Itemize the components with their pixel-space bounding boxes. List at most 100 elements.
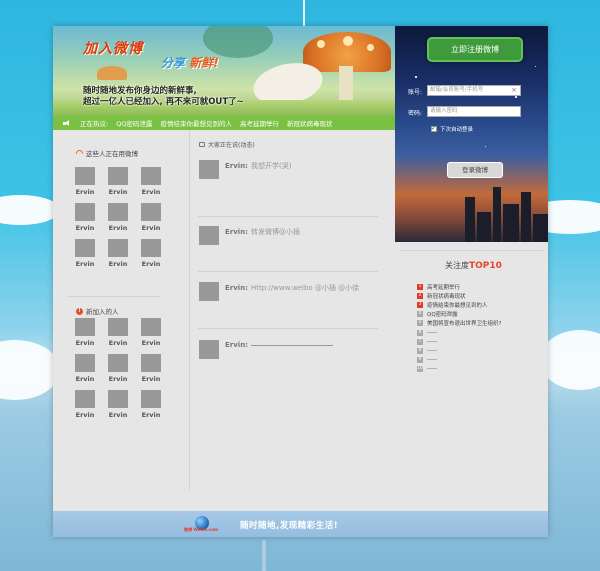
top10-item-text[interactable]: ----- (427, 339, 437, 345)
avatar[interactable] (199, 340, 219, 359)
top10-item[interactable]: 9 ----- (417, 356, 501, 365)
avatar[interactable] (75, 167, 95, 185)
register-button[interactable]: 立即注册微博 (427, 37, 523, 62)
top10-item[interactable]: 8 ----- (417, 346, 501, 355)
user-card[interactable]: Ervin (75, 390, 95, 419)
user-name[interactable]: Ervin (109, 224, 128, 232)
user-name[interactable]: Ervin (142, 375, 161, 383)
avatar[interactable] (141, 390, 161, 408)
user-card[interactable]: Ervin (75, 167, 95, 196)
remember-me[interactable]: 下次自动登录 (431, 124, 473, 133)
account-input[interactable]: 邮箱/会员账号/手机号 × (427, 85, 521, 96)
avatar[interactable] (199, 282, 219, 301)
user-name[interactable]: Ervin (76, 411, 95, 419)
hot-topic-link[interactable]: 疫情结束你最想见到的人 (160, 118, 232, 128)
user-name[interactable]: Ervin (109, 375, 128, 383)
user-name[interactable]: Ervin (142, 260, 161, 268)
top10-item[interactable]: 3 疫情结束你最想见到的人 (417, 300, 501, 309)
avatar[interactable] (108, 239, 128, 257)
user-name[interactable]: Ervin (142, 188, 161, 196)
top10-item[interactable]: 10 ----- (417, 365, 501, 374)
user-card[interactable]: Ervin (141, 390, 161, 419)
user-card[interactable]: Ervin (108, 354, 128, 383)
avatar[interactable] (141, 203, 161, 221)
feed-item[interactable]: Ervin: (199, 340, 333, 359)
user-name[interactable]: Ervin (76, 224, 95, 232)
top10-item[interactable]: 4 QQ密码泄露 (417, 310, 501, 319)
new-users-header: ! 新加入的人 (76, 306, 119, 316)
user-card[interactable]: Ervin (141, 354, 161, 383)
user-card[interactable]: Ervin (141, 167, 161, 196)
feed-author[interactable]: Ervin: (225, 284, 248, 292)
user-name[interactable]: Ervin (109, 411, 128, 419)
user-card[interactable]: Ervin (108, 318, 128, 347)
top10-item-text[interactable]: 疫情结束你最想见到的人 (427, 301, 488, 309)
user-card[interactable]: Ervin (108, 203, 128, 232)
avatar[interactable] (199, 160, 219, 179)
user-name[interactable]: Ervin (142, 411, 161, 419)
avatar[interactable] (75, 203, 95, 221)
user-name[interactable]: Ervin (76, 339, 95, 347)
top10-item-text[interactable]: QQ密码泄露 (427, 310, 458, 318)
avatar[interactable] (141, 239, 161, 257)
avatar[interactable] (141, 354, 161, 372)
user-name[interactable]: Ervin (109, 188, 128, 196)
avatar[interactable] (75, 354, 95, 372)
hot-topic-link[interactable]: QQ密码泄露 (116, 118, 152, 128)
top10-item-text[interactable]: ----- (427, 366, 437, 372)
avatar[interactable] (75, 318, 95, 336)
avatar[interactable] (75, 239, 95, 257)
avatar[interactable] (108, 318, 128, 336)
user-card[interactable]: Ervin (75, 203, 95, 232)
user-name[interactable]: Ervin (109, 339, 128, 347)
user-name[interactable]: Ervin (142, 339, 161, 347)
broadcast-icon (74, 148, 85, 158)
avatar[interactable] (199, 226, 219, 245)
user-name[interactable]: Ervin (76, 260, 95, 268)
user-card[interactable]: Ervin (141, 318, 161, 347)
avatar[interactable] (108, 167, 128, 185)
user-card[interactable]: Ervin (108, 239, 128, 268)
avatar[interactable] (108, 203, 128, 221)
feed-author[interactable]: Ervin: (225, 228, 248, 236)
avatar[interactable] (108, 390, 128, 408)
feed-column: 大家正在说(动态) Ervin: 我想开学(哭) Ervin: 转发微博@小插 Er… (190, 130, 395, 490)
avatar[interactable] (141, 167, 161, 185)
user-name[interactable]: Ervin (142, 224, 161, 232)
user-card[interactable]: Ervin (108, 167, 128, 196)
feed-author[interactable]: Ervin: (225, 162, 248, 170)
clear-icon[interactable]: × (511, 86, 517, 95)
avatar[interactable] (108, 354, 128, 372)
top10-item-text[interactable]: ----- (427, 357, 437, 363)
user-card[interactable]: Ervin (75, 318, 95, 347)
top10-item-text[interactable]: ----- (427, 348, 437, 354)
feed-item[interactable]: Ervin: Http://www.weibo @小插 @小徐 (199, 282, 359, 301)
user-card[interactable]: Ervin (75, 354, 95, 383)
hot-topic-link[interactable]: 新冠状病毒现状 (287, 118, 333, 128)
top10-item-text[interactable]: 美国将宣布退出世界卫生组织? (427, 319, 501, 327)
user-name[interactable]: Ervin (109, 260, 128, 268)
top10-item-text[interactable]: 高考延期举行 (427, 283, 460, 291)
avatar[interactable] (141, 318, 161, 336)
feed-author[interactable]: Ervin: (225, 341, 248, 349)
user-card[interactable]: Ervin (141, 203, 161, 232)
remember-checkbox[interactable] (431, 124, 437, 132)
top10-item-text[interactable]: ----- (427, 330, 437, 336)
user-card[interactable]: Ervin (75, 239, 95, 268)
user-card[interactable]: Ervin (141, 239, 161, 268)
top10-item[interactable]: 1 高考延期举行 (417, 282, 501, 291)
feed-item[interactable]: Ervin: 我想开学(哭) (199, 160, 291, 179)
top10-item[interactable]: 2 新冠状病毒现状 (417, 291, 501, 300)
hot-topic-link[interactable]: 高考延期举行 (240, 118, 279, 128)
top10-item[interactable]: 6 ----- (417, 328, 501, 337)
user-card[interactable]: Ervin (108, 390, 128, 419)
avatar[interactable] (75, 390, 95, 408)
feed-item[interactable]: Ervin: 转发微博@小插 (199, 226, 300, 245)
top10-item[interactable]: 5 美国将宣布退出世界卫生组织? (417, 319, 501, 328)
top10-item[interactable]: 7 ----- (417, 337, 501, 346)
login-button[interactable]: 登录微博 (447, 162, 503, 178)
top10-item-text[interactable]: 新冠状病毒现状 (427, 292, 466, 300)
user-name[interactable]: Ervin (76, 375, 95, 383)
user-name[interactable]: Ervin (76, 188, 95, 196)
password-input[interactable]: 请输入密码 (427, 106, 521, 117)
